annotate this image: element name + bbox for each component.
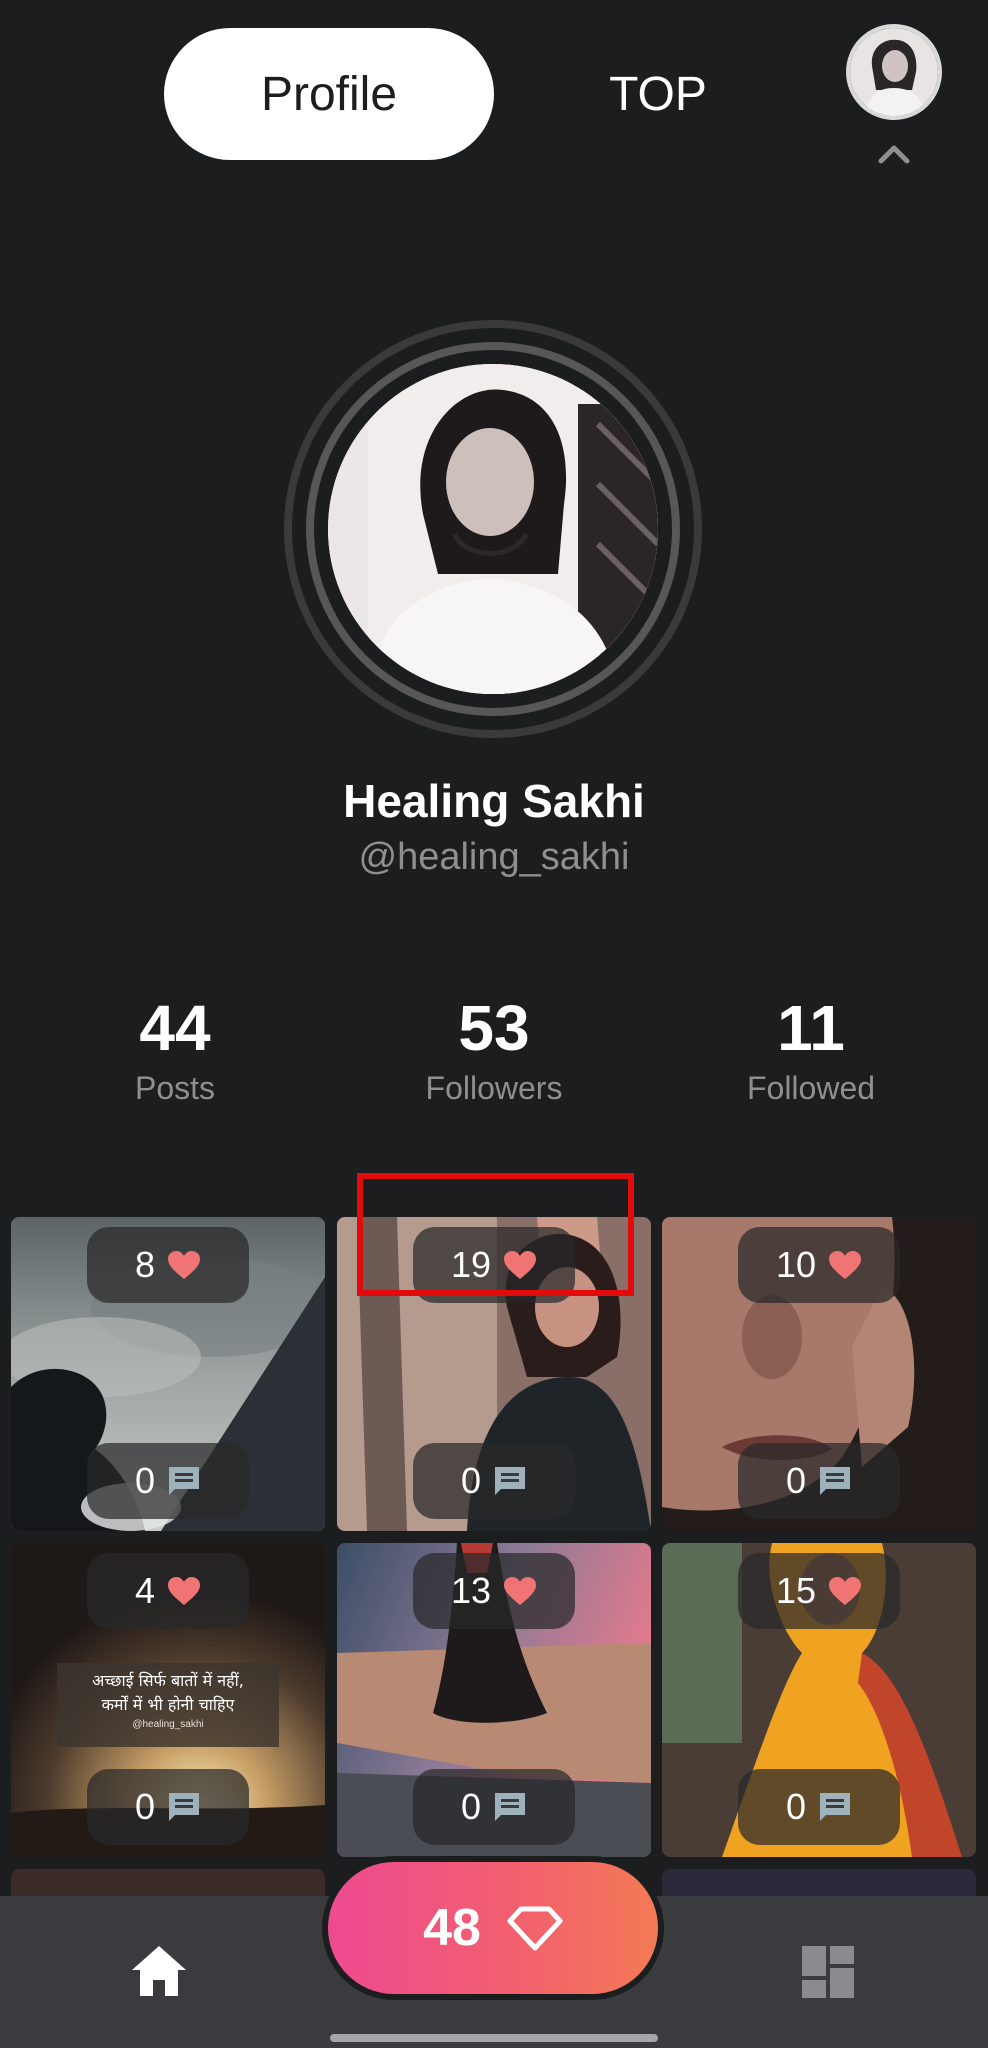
comments-count: 0 [785, 1460, 807, 1501]
stat-posts-label: Posts [134, 1070, 216, 1106]
comment-icon [820, 1793, 851, 1821]
quote-line-2: कर्मों में भी होनी चाहिए [101, 1695, 235, 1714]
quote-handle: @healing_sakhi [132, 1719, 204, 1730]
comments-pill[interactable]: 0 [738, 1443, 900, 1519]
comments-pill[interactable]: 0 [413, 1443, 575, 1519]
likes-count: 13 [450, 1570, 492, 1611]
likes-pill[interactable]: 4 [87, 1553, 249, 1629]
quote-card: अच्छाई सिर्फ बातों में नहीं, कर्मों में … [57, 1663, 279, 1747]
comment-icon [495, 1793, 526, 1821]
stat-followed[interactable]: 11 Followed [661, 990, 961, 1110]
tab-profile-label: Profile [260, 67, 398, 121]
quote-line-1: अच्छाई सिर्फ बातों में नहीं, [92, 1671, 244, 1690]
tab-top[interactable]: TOP [560, 28, 756, 160]
stat-followers-value: 53 [458, 992, 530, 1064]
avatar-photo-icon [850, 28, 938, 116]
stat-followed-label: Followed [746, 1070, 876, 1106]
profile-avatar[interactable] [328, 364, 658, 694]
comments-count: 0 [460, 1786, 482, 1827]
likes-count: 10 [775, 1244, 817, 1285]
profile-name: Healing Sakhi [343, 775, 645, 827]
comment-icon [169, 1467, 200, 1495]
stat-followers-label: Followers [425, 1070, 563, 1106]
likes-pill[interactable]: 19 [413, 1227, 575, 1303]
profile-photo-icon [328, 364, 658, 694]
chevron-up-icon[interactable] [878, 144, 910, 164]
heart-icon [504, 1251, 537, 1279]
stat-followers[interactable]: 53 Followers [344, 990, 644, 1110]
heart-icon [504, 1577, 537, 1605]
diamond-button[interactable]: 48 [328, 1862, 658, 1994]
post-tile[interactable]: 19 0 [337, 1217, 651, 1531]
likes-count: 4 [134, 1570, 156, 1611]
comments-count: 0 [785, 1786, 807, 1827]
comments-pill[interactable]: 0 [738, 1769, 900, 1845]
comments-pill[interactable]: 0 [87, 1443, 249, 1519]
post-tile[interactable]: अच्छाई सिर्फ बातों में नहीं, कर्मों में … [11, 1543, 325, 1857]
comments-count: 0 [460, 1460, 482, 1501]
stat-followed-value: 11 [777, 992, 845, 1064]
comment-icon [820, 1467, 851, 1495]
diamond-icon [507, 1906, 563, 1951]
post-tile[interactable]: 10 0 [662, 1217, 976, 1531]
comments-pill[interactable]: 0 [87, 1769, 249, 1845]
stat-posts-value: 44 [139, 992, 211, 1064]
tab-top-label: TOP [609, 67, 707, 121]
header-avatar[interactable] [846, 24, 942, 120]
likes-pill[interactable]: 8 [87, 1227, 249, 1303]
home-icon[interactable] [130, 1944, 188, 1998]
heart-icon [168, 1251, 201, 1279]
likes-count: 15 [775, 1570, 817, 1611]
post-tile[interactable]: 15 0 [662, 1543, 976, 1857]
likes-pill[interactable]: 15 [738, 1553, 900, 1629]
likes-pill[interactable]: 10 [738, 1227, 900, 1303]
likes-count: 8 [134, 1244, 156, 1285]
post-tile[interactable]: 8 0 [11, 1217, 325, 1531]
comments-pill[interactable]: 0 [413, 1769, 575, 1845]
post-tile[interactable]: 13 0 [337, 1543, 651, 1857]
likes-count: 19 [450, 1244, 492, 1285]
diamond-count: 48 [423, 1899, 481, 1957]
heart-icon [168, 1577, 201, 1605]
comment-icon [169, 1793, 200, 1821]
home-indicator [330, 2034, 658, 2042]
heart-icon [829, 1251, 862, 1279]
tab-profile[interactable]: Profile [164, 28, 494, 160]
stat-posts[interactable]: 44 Posts [25, 990, 325, 1110]
likes-pill[interactable]: 13 [413, 1553, 575, 1629]
comments-count: 0 [134, 1460, 156, 1501]
comments-count: 0 [134, 1786, 156, 1827]
profile-handle: @healing_sakhi [358, 836, 630, 878]
comment-icon [495, 1467, 526, 1495]
dashboard-icon[interactable] [800, 1944, 856, 2000]
heart-icon [829, 1577, 862, 1605]
